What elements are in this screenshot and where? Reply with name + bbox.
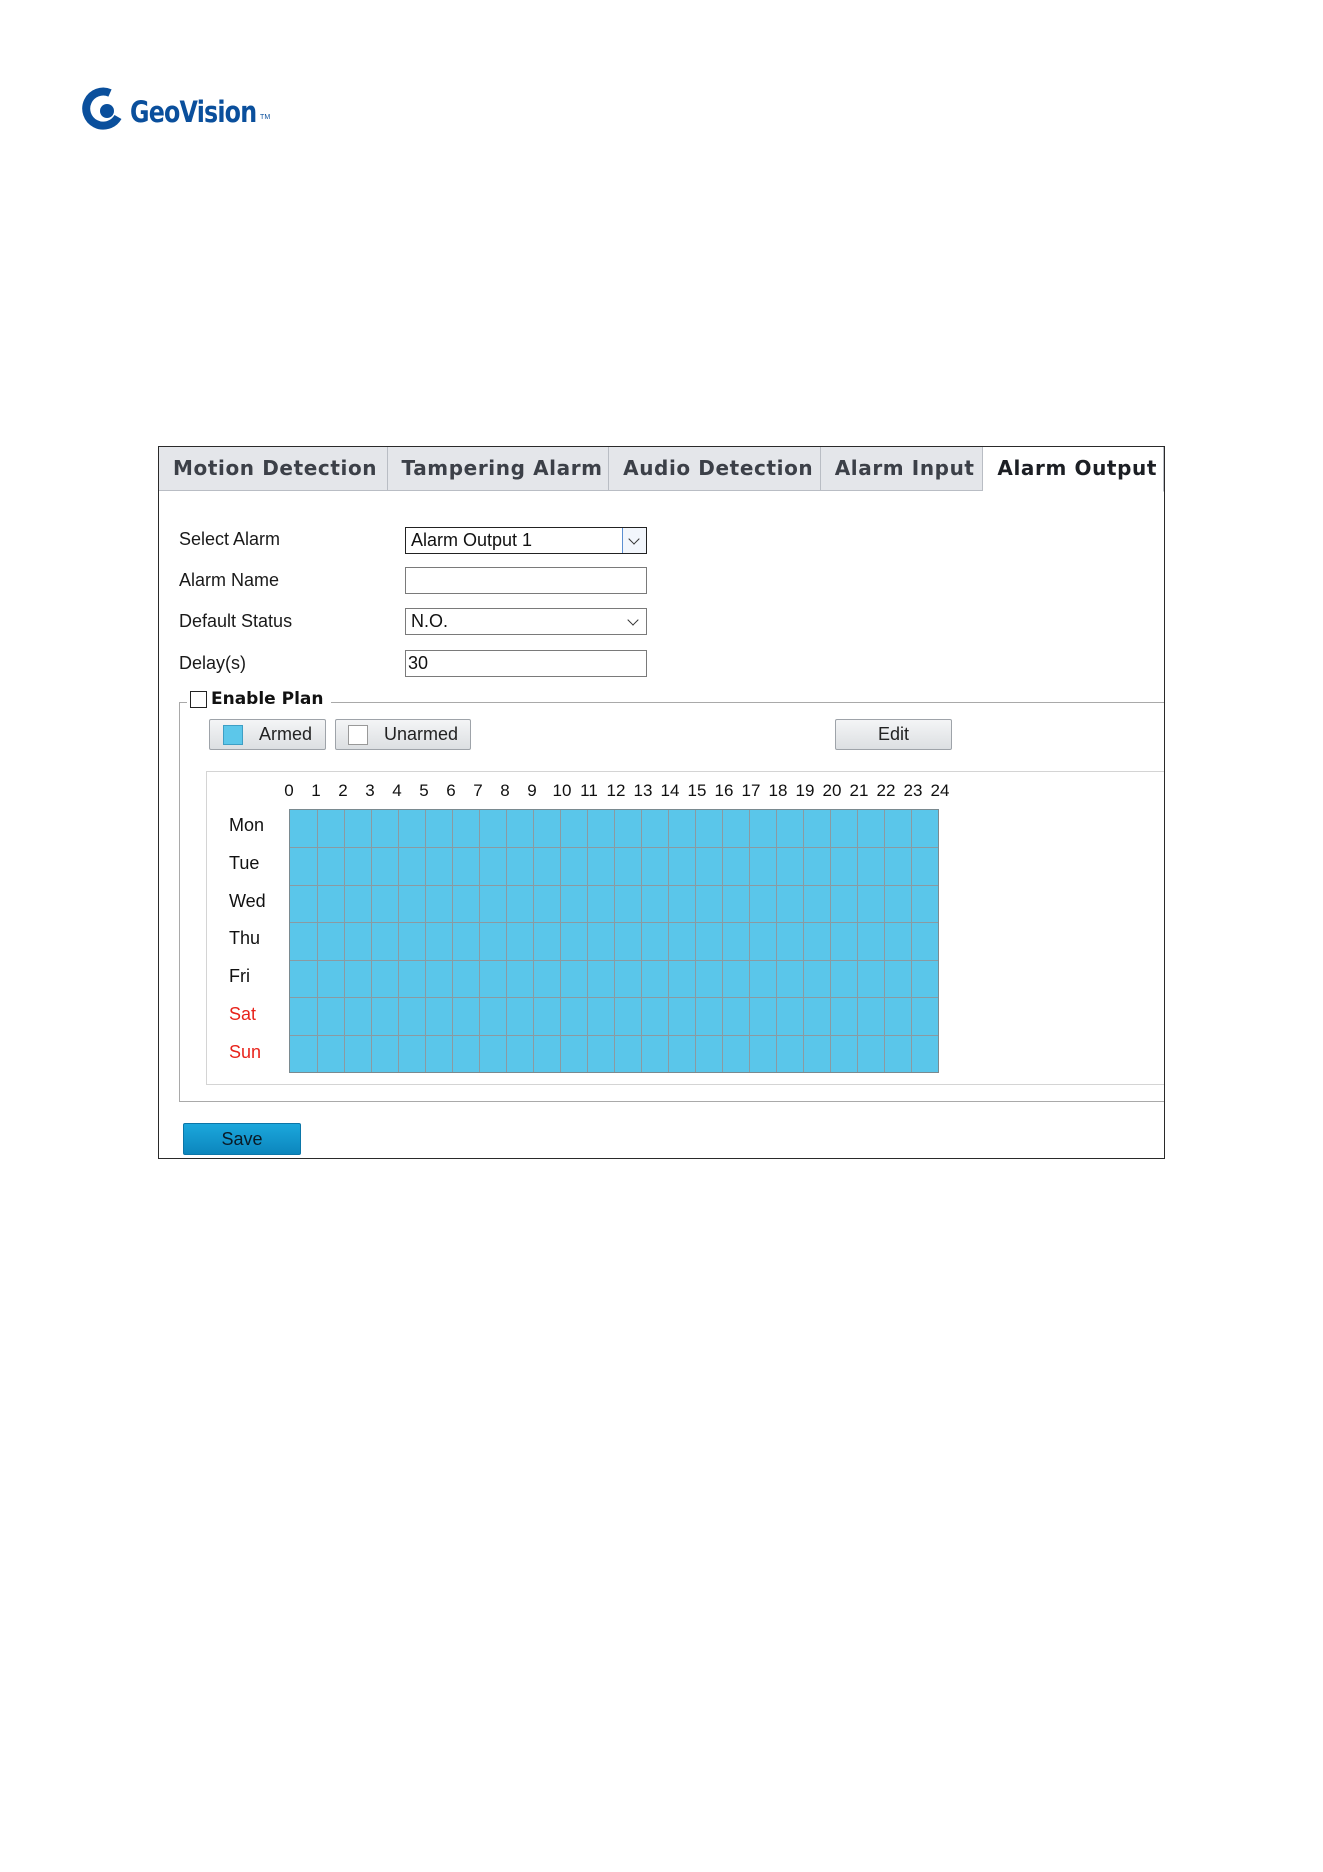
- save-button[interactable]: Save: [183, 1123, 301, 1155]
- hour-label: 9: [527, 781, 537, 800]
- grid-day-line: [290, 922, 938, 924]
- hour-label: 5: [419, 781, 429, 800]
- grid-hour-line: [371, 810, 372, 1072]
- grid-hour-line: [695, 810, 696, 1072]
- default-status-arrow[interactable]: [622, 609, 646, 634]
- tab-motion-detection[interactable]: Motion Detection: [159, 447, 388, 491]
- hour-label: 14: [660, 781, 680, 800]
- hour-label: 22: [876, 781, 896, 800]
- hour-label: 6: [446, 781, 456, 800]
- grid-hour-line: [317, 810, 318, 1072]
- grid-day-line: [290, 959, 938, 961]
- hour-label: 3: [365, 781, 375, 800]
- geovision-logo: GeoVision TM: [80, 86, 270, 134]
- grid-hour-line: [425, 810, 426, 1072]
- day-label-fri: Fri: [229, 966, 250, 986]
- hour-label: 24: [930, 781, 950, 800]
- grid-hour-line: [533, 810, 534, 1072]
- tab-alarm-input[interactable]: Alarm Input: [821, 447, 984, 491]
- unarmed-swatch: [347, 724, 368, 745]
- alarm-settings-panel: Motion Detection Tampering Alarm Audio D…: [158, 446, 1165, 1159]
- enable-plan-checkbox[interactable]: [190, 690, 207, 708]
- select-alarm-dropdown[interactable]: Alarm Output 1: [405, 527, 647, 554]
- schedule-grid[interactable]: [289, 809, 939, 1073]
- grid-hour-line: [776, 810, 777, 1072]
- tab-audio-detection[interactable]: Audio Detection: [609, 447, 821, 491]
- grid-hour-line: [398, 810, 399, 1072]
- grid-hour-line: [749, 810, 750, 1072]
- default-status-label: Default Status: [179, 611, 293, 631]
- hour-label: 17: [741, 781, 761, 800]
- grid-hour-line: [911, 810, 912, 1072]
- grid-day-line: [290, 847, 938, 849]
- alarm-name-label: Alarm Name: [179, 570, 280, 590]
- default-status-dropdown[interactable]: N.O.: [405, 608, 647, 635]
- hour-label: 8: [500, 781, 510, 800]
- hour-label: 20: [822, 781, 842, 800]
- hour-label: 13: [633, 781, 653, 800]
- default-status-value: N.O.: [411, 611, 449, 631]
- hour-label: 4: [392, 781, 402, 800]
- delay-label: Delay(s): [179, 653, 247, 673]
- grid-hour-line: [344, 810, 345, 1072]
- hour-label: 1: [311, 781, 321, 800]
- chevron-down-icon: [627, 614, 639, 626]
- armed-label: Armed: [258, 724, 312, 744]
- grid-hour-line: [857, 810, 858, 1072]
- grid-hour-line: [641, 810, 642, 1072]
- grid-hour-line: [560, 810, 561, 1072]
- grid-hour-line: [452, 810, 453, 1072]
- tab-alarm-output[interactable]: Alarm Output: [983, 447, 1164, 492]
- hour-label: 2: [338, 781, 348, 800]
- grid-day-line: [290, 997, 938, 999]
- grid-hour-line: [614, 810, 615, 1072]
- brand-name: GeoVision: [130, 95, 257, 129]
- hour-label: 19: [795, 781, 815, 800]
- grid-hour-line: [884, 810, 885, 1072]
- grid-hour-line: [587, 810, 588, 1072]
- tab-bar: Motion Detection Tampering Alarm Audio D…: [159, 447, 1164, 492]
- hour-label: 12: [606, 781, 626, 800]
- armed-button[interactable]: Armed: [209, 719, 326, 750]
- grid-hour-line: [506, 810, 507, 1072]
- unarmed-button[interactable]: Unarmed: [335, 719, 471, 750]
- hour-label: 16: [714, 781, 734, 800]
- select-alarm-arrow[interactable]: [622, 528, 646, 553]
- hour-label: 7: [473, 781, 483, 800]
- enable-plan-label: Enable Plan: [211, 689, 324, 709]
- select-alarm-label: Select Alarm: [179, 529, 281, 549]
- grid-day-line: [290, 1034, 938, 1036]
- hour-label: 23: [903, 781, 923, 800]
- day-label-wed: Wed: [229, 891, 266, 911]
- day-label-mon: Mon: [229, 815, 265, 835]
- grid-hour-line: [722, 810, 723, 1072]
- grid-hour-line: [668, 810, 669, 1072]
- day-label-tue: Tue: [229, 853, 260, 873]
- hour-label: 10: [552, 781, 572, 800]
- tab-tampering-alarm[interactable]: Tampering Alarm: [388, 447, 610, 491]
- hour-label: 11: [580, 781, 598, 800]
- grid-hour-line: [479, 810, 480, 1072]
- grid-hour-line: [803, 810, 804, 1072]
- geovision-logo-icon: [82, 87, 122, 130]
- day-label-thu: Thu: [229, 928, 261, 948]
- hour-label: 0: [284, 781, 294, 800]
- grid-hour-line: [830, 810, 831, 1072]
- unarmed-label: Unarmed: [383, 724, 459, 744]
- delay-input[interactable]: 30: [405, 650, 647, 677]
- day-label-sat: Sat: [229, 1004, 257, 1024]
- day-label-sun: Sun: [229, 1042, 262, 1062]
- grid-day-line: [290, 884, 938, 886]
- armed-swatch: [222, 724, 243, 745]
- hour-label: 21: [849, 781, 869, 800]
- alarm-name-input[interactable]: [405, 567, 647, 594]
- hour-label: 18: [768, 781, 788, 800]
- brand-tm: TM: [260, 113, 271, 121]
- hour-label: 15: [687, 781, 707, 800]
- chevron-down-icon: [628, 533, 640, 545]
- select-alarm-value: Alarm Output 1: [411, 530, 533, 550]
- enable-plan-legend: Enable Plan: [187, 686, 331, 712]
- edit-button[interactable]: Edit: [835, 719, 952, 750]
